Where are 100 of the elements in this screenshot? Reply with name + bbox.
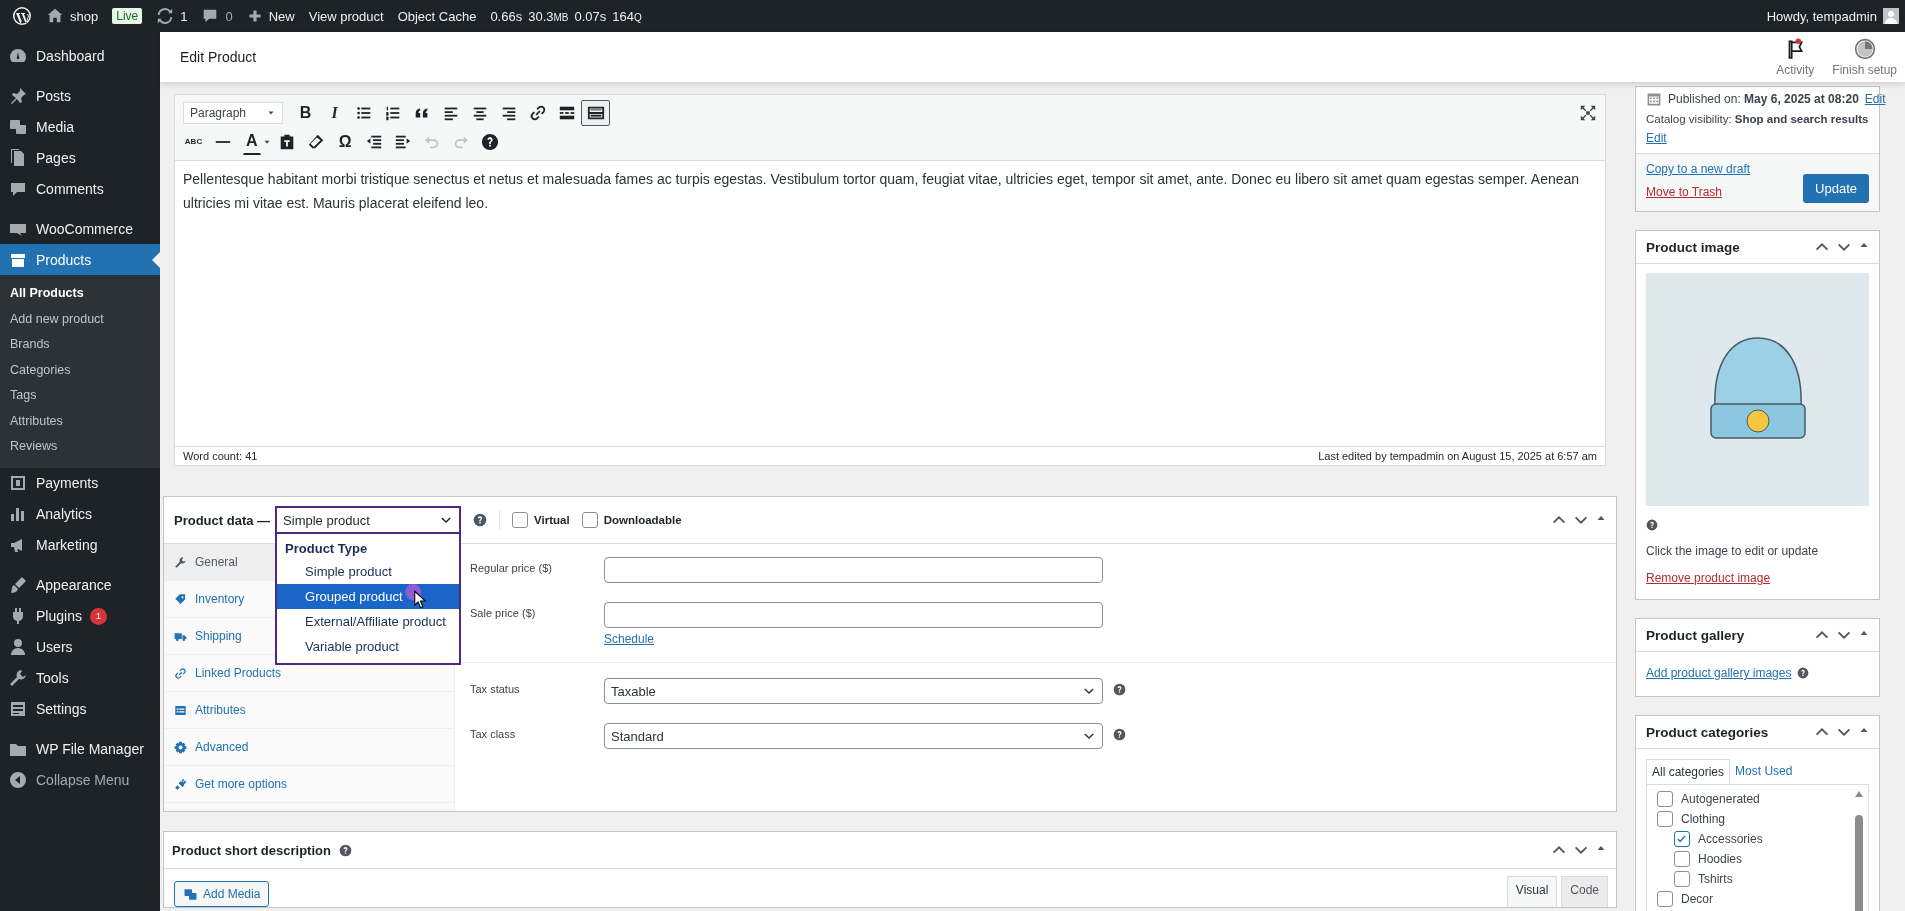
menu-item[interactable]: Posts [0,80,160,111]
menu-item[interactable]: Dashboard [0,40,160,71]
panel-tab[interactable]: Get more options [174,777,288,791]
add-gallery-link[interactable]: Add product gallery images [1646,666,1792,680]
new-link[interactable]: New [246,8,295,24]
category-label[interactable]: Hoodies [1698,852,1743,866]
checkbox[interactable] [1674,871,1690,887]
edit-link[interactable]: Edit [1646,131,1667,145]
menu-item[interactable]: Products [0,244,160,275]
dropdown-option[interactable]: Variable product [277,634,460,659]
header-action[interactable]: Finish setup [1832,37,1897,77]
account-menu[interactable]: Howdy, tempadmin [1766,8,1899,24]
updates-link[interactable]: 1 [156,7,188,25]
menu-item[interactable]: Collapse Menu [0,764,160,796]
menu-item[interactable]: Marketing [0,529,160,561]
format-select[interactable]: Paragraph [183,101,283,124]
help-icon[interactable] [1113,728,1126,741]
editor-tab[interactable]: Code [1561,876,1608,907]
menu-item[interactable]: Pages [0,142,160,173]
category-tab[interactable]: Most Used [1730,759,1798,784]
panel-tab[interactable]: Shipping [174,629,242,643]
menu-item[interactable]: Comments [0,173,160,204]
comments-link[interactable]: 0 [201,7,233,25]
menu-item[interactable]: WooCommerce [0,213,160,244]
panel-tab[interactable]: Advanced [174,740,249,754]
special-button[interactable]: Ω [330,128,360,155]
select-field[interactable]: Taxable [604,678,1103,704]
trash-link[interactable]: Move to Trash [1646,185,1751,199]
submenu-item[interactable]: Add new product [0,306,160,332]
panel-tab[interactable]: Inventory [174,592,245,606]
menu-item[interactable]: Plugins 1 [0,600,160,632]
checkbox-label[interactable]: Virtual [534,514,570,526]
menu-item[interactable]: Settings [0,693,160,725]
checkbox-label[interactable]: Downloadable [603,514,682,526]
link-icon[interactable] [528,103,547,122]
schedule-link[interactable]: Schedule [604,632,1103,646]
dropdown-option[interactable]: Grouped product [277,584,460,609]
submenu-item[interactable]: Categories [0,357,160,383]
help-icon[interactable] [481,132,500,151]
help-icon[interactable] [1797,667,1810,679]
price-input[interactable] [604,557,1103,583]
product-type-select[interactable]: Simple product [275,506,462,534]
editor-text[interactable]: Pellentesque habitant morbi tristique senectus et netus et malesuada fames ac turpis egestas. Vestibulum tortor quam, feugiat vitae, ultricies eget, tempor sit amet, ante. Donec eu libero sit amet quam egestas semper. Aenean ultricies mi vitae est. Mauris placerat eleifend leo. [175,161,1605,446]
submenu-item[interactable]: Tags [0,383,160,409]
checkbox[interactable] [1657,891,1673,907]
category-tab[interactable]: All categories [1646,759,1731,785]
menu-item[interactable]: Users [0,631,160,663]
menu-item[interactable]: Payments [0,467,160,499]
menu-item[interactable]: Analytics [0,498,160,530]
help-icon[interactable] [1113,683,1126,696]
editor-tab[interactable]: Visual [1506,876,1558,907]
performance-stat[interactable]: 30.3MB [528,8,569,24]
fullscreen-icon[interactable] [1579,103,1597,122]
category-label[interactable]: Clothing [1681,812,1726,826]
performance-stat[interactable]: 0.07s [574,8,607,24]
help-icon[interactable] [338,843,352,857]
menu-item[interactable]: Media [0,111,160,142]
toolbar-link[interactable]: View product [308,8,384,24]
panel-tab[interactable]: Linked Products [174,666,282,680]
update-button[interactable]: Update [1803,174,1869,203]
header-action[interactable]: Activity [1776,37,1815,77]
performance-stat[interactable]: 164Q [612,8,642,24]
strike-button[interactable]: ABC [179,128,208,155]
select-field[interactable]: Standard [604,723,1103,749]
menu-item[interactable]: WP File Manager [0,733,160,765]
menu-item[interactable]: Appearance [0,569,160,601]
toolbar-link[interactable]: Object Cache [397,8,477,24]
checkbox[interactable] [1657,791,1673,807]
panel-tab[interactable]: General [174,555,238,569]
category-label[interactable]: Tshirts [1698,872,1733,886]
menu-item[interactable]: Tools [0,662,160,694]
category-label[interactable]: Autogenerated [1681,792,1760,806]
checkbox[interactable] [512,512,529,528]
site-link[interactable]: shop [46,7,99,25]
eraser-icon[interactable] [307,132,326,151]
checkbox[interactable] [1674,831,1690,847]
checkbox[interactable] [1657,811,1673,827]
checkbox[interactable] [1674,851,1690,867]
panel-tab[interactable]: Attributes [174,703,246,717]
edit-link[interactable]: Edit [1864,92,1886,106]
category-label[interactable]: Accessories [1698,832,1763,846]
bold-button[interactable]: B [291,99,320,126]
dropdown-option[interactable]: Simple product [277,559,460,584]
checkbox[interactable] [581,512,598,528]
text-color-button[interactable]: A [243,128,261,155]
price-input[interactable] [604,602,1103,628]
dropdown-option[interactable]: External/Affiliate product [277,609,460,634]
copy-draft-link[interactable]: Copy to a new draft [1646,162,1751,176]
help-icon[interactable] [1646,519,1658,531]
performance-stat[interactable]: 0.66s [490,8,523,24]
help-icon[interactable] [473,513,488,527]
scrollbar[interactable] [1854,789,1864,911]
category-label[interactable]: Decor [1681,892,1713,906]
toggle-button[interactable] [581,99,610,126]
wordpress-logo-icon[interactable] [12,6,32,26]
add-media-button[interactable]: Add Media [174,881,270,907]
submenu-item[interactable]: Reviews [0,434,160,460]
submenu-item[interactable]: All Products [0,281,160,307]
remove-image-link[interactable]: Remove product image [1646,571,1869,585]
italic-button[interactable]: I [320,99,349,126]
